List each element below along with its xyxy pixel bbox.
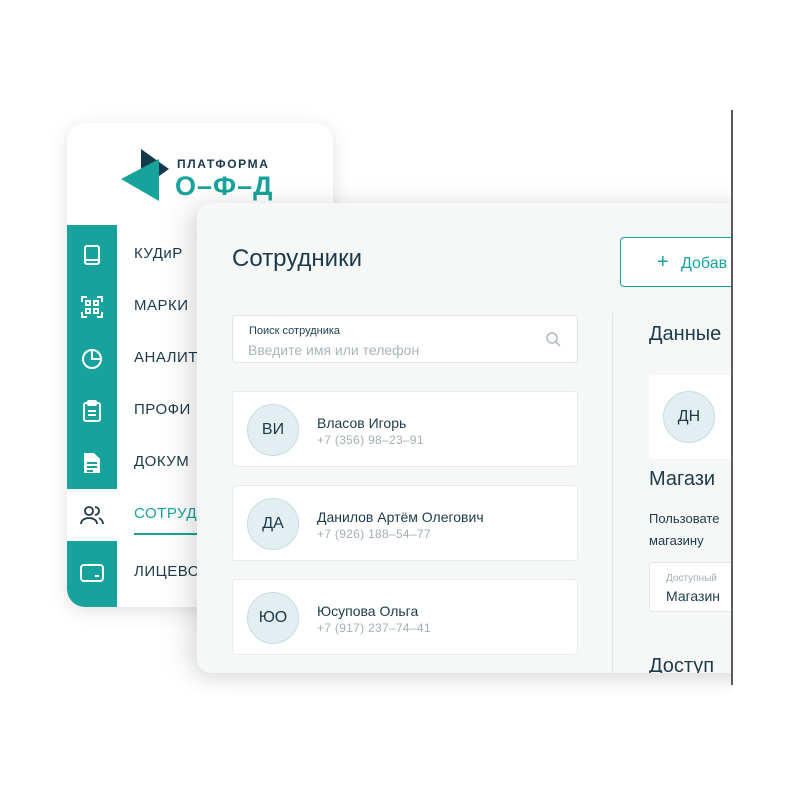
store-select-label: Доступный bbox=[666, 573, 717, 584]
avatar: ДА bbox=[247, 498, 299, 550]
employee-search: Поиск сотрудника bbox=[232, 315, 578, 363]
employee-card[interactable]: ВИ Власов Игорь +7 (356) 98–23–91 bbox=[232, 391, 578, 467]
employee-name: Юсупова Ольга bbox=[317, 603, 419, 619]
sidebar-item-label: АНАЛИТ bbox=[134, 349, 198, 366]
book-icon bbox=[67, 229, 117, 281]
sidebar-item-label: СОТРУД bbox=[134, 505, 198, 522]
platforma-ofd-logo: ПЛАТФОРМА О–Ф–Д bbox=[119, 145, 319, 205]
store-select-value: Магазин bbox=[666, 588, 721, 604]
employees-panel: Сотрудники + Добав Поиск сотрудника ВИ В… bbox=[197, 203, 757, 673]
employee-phone: +7 (356) 98–23–91 bbox=[317, 433, 424, 447]
details-title: Данные bbox=[649, 323, 722, 345]
employee-phone: +7 (917) 237–74–41 bbox=[317, 621, 431, 635]
employee-card[interactable]: ЮО Юсупова Ольга +7 (917) 237–74–41 bbox=[232, 579, 578, 655]
search-icon[interactable] bbox=[545, 331, 561, 347]
sidebar-item-label: МАРКИ bbox=[134, 297, 189, 314]
sidebar-item-label: ДОКУМ bbox=[134, 453, 190, 470]
document-icon bbox=[67, 437, 117, 489]
qr-code-icon bbox=[67, 281, 117, 333]
right-edge-line bbox=[731, 110, 733, 685]
sidebar-item-label: КУДиР bbox=[134, 245, 183, 262]
employee-name: Данилов Артём Олегович bbox=[317, 509, 484, 525]
add-button-label: Добав bbox=[681, 255, 728, 272]
pie-chart-icon bbox=[67, 333, 117, 385]
right-crop-mask bbox=[733, 0, 800, 800]
access-title: Доступ bbox=[649, 655, 715, 673]
clipboard-icon bbox=[67, 385, 117, 437]
sidebar-item-label: ЛИЦЕВО bbox=[134, 563, 200, 580]
search-input[interactable] bbox=[248, 340, 538, 360]
wallet-icon bbox=[67, 547, 117, 599]
avatar: ВИ bbox=[247, 404, 299, 456]
plus-icon: + bbox=[657, 251, 669, 273]
sidebar-item-label: ПРОФИ bbox=[134, 401, 191, 418]
avatar: ЮО bbox=[247, 592, 299, 644]
employee-phone: +7 (926) 188–54–77 bbox=[317, 527, 431, 541]
logo-top-text: ПЛАТФОРМА bbox=[177, 157, 270, 171]
stores-title: Магази bbox=[649, 468, 716, 490]
page-title: Сотрудники bbox=[232, 245, 362, 272]
panel-divider bbox=[612, 313, 613, 673]
logo-bottom-text: О–Ф–Д bbox=[175, 171, 274, 201]
employee-name: Власов Игорь bbox=[317, 415, 407, 431]
avatar: ДН bbox=[663, 391, 715, 443]
search-label: Поиск сотрудника bbox=[249, 325, 341, 337]
employee-card[interactable]: ДА Данилов Артём Олегович +7 (926) 188–5… bbox=[232, 485, 578, 561]
users-icon bbox=[67, 489, 117, 541]
logo-triangle-icon bbox=[121, 149, 169, 201]
